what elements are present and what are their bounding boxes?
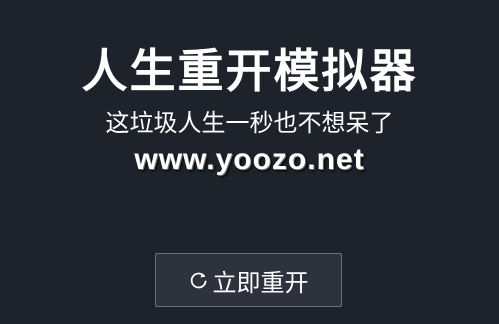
watermark-text: www.yoozo.net — [134, 143, 365, 176]
restart-button[interactable]: 立即重开 — [155, 253, 342, 307]
page-title: 人生重开模拟器 — [81, 44, 418, 98]
refresh-icon — [189, 270, 209, 290]
page-subtitle: 这垃圾人生一秒也不想呆了 — [105, 109, 394, 137]
restart-button-label: 立即重开 — [212, 268, 309, 297]
